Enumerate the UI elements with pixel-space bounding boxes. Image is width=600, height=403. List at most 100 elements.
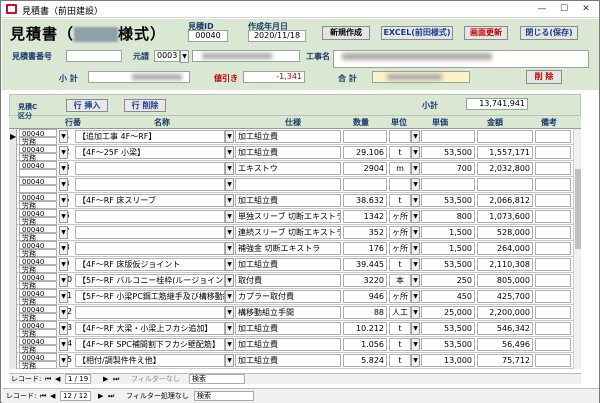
- item-name-field[interactable]: 【4F～25F 小梁】: [75, 146, 225, 159]
- name-chevron-down-icon[interactable]: ▼: [225, 130, 234, 143]
- kubun-name-field[interactable]: 労務: [19, 297, 57, 306]
- item-name-field[interactable]: 【4F～RF SPC補間割下フカシ壁配筋】: [75, 338, 225, 351]
- unit-chevron-down-icon[interactable]: ▼: [411, 226, 420, 239]
- note-field[interactable]: [535, 178, 571, 191]
- unit-field[interactable]: ヶ所: [389, 242, 411, 255]
- note-field[interactable]: [535, 130, 571, 143]
- kubun-chevron-down-icon[interactable]: ▼: [59, 162, 68, 175]
- scroll-thumb[interactable]: [575, 169, 581, 249]
- last-record-icon[interactable]: ⏭: [113, 374, 119, 384]
- name-chevron-down-icon[interactable]: ▼: [225, 242, 234, 255]
- note-field[interactable]: [535, 146, 571, 159]
- name-chevron-down-icon[interactable]: ▼: [225, 306, 234, 319]
- spec-field[interactable]: [235, 178, 341, 191]
- next-record-icon[interactable]: ▶: [103, 374, 108, 384]
- maximize-icon[interactable]: ☐: [553, 2, 575, 16]
- unit-field[interactable]: ヶ所: [389, 290, 411, 303]
- qty-field[interactable]: 38.632: [343, 194, 387, 207]
- unit-chevron-down-icon[interactable]: ▼: [411, 338, 420, 351]
- spec-field[interactable]: 取付費: [235, 274, 341, 287]
- spec-field[interactable]: 構移動組立手間: [235, 306, 341, 319]
- unit-field[interactable]: t: [389, 338, 411, 351]
- kubun-code-field[interactable]: 00040: [19, 321, 57, 330]
- kubun-name-field[interactable]: 労務: [19, 265, 57, 274]
- note-field[interactable]: [535, 354, 571, 367]
- kubun-code-field[interactable]: 00040: [19, 289, 57, 298]
- first-record-icon[interactable]: ⏮: [45, 374, 51, 384]
- created-date-field[interactable]: 2020/11/18: [248, 30, 306, 42]
- note-field[interactable]: [535, 162, 571, 175]
- spec-field[interactable]: 加工組立費: [235, 146, 341, 159]
- price-field[interactable]: 25,000: [421, 306, 475, 319]
- filter-status[interactable]: フィルターなし: [131, 374, 180, 384]
- amount-field[interactable]: 2,066,812: [477, 194, 533, 207]
- item-name-field[interactable]: 【追加工事 4F～RF】: [75, 130, 225, 143]
- status-next-icon[interactable]: ▶: [98, 389, 103, 403]
- kubun-name-field[interactable]: 労務: [19, 329, 57, 338]
- amount-field[interactable]: [477, 178, 533, 191]
- unit-field[interactable]: m: [389, 162, 411, 175]
- spec-field[interactable]: 連続スリーブ 切断エキストラ: [235, 226, 341, 239]
- kubun-code-field[interactable]: 00040: [19, 161, 57, 170]
- kubun-chevron-down-icon[interactable]: ▼: [59, 274, 68, 287]
- qty-field[interactable]: 29.106: [343, 146, 387, 159]
- qty-field[interactable]: 176: [343, 242, 387, 255]
- spec-field[interactable]: 加工組立費: [235, 338, 341, 351]
- qty-field[interactable]: 2904: [343, 162, 387, 175]
- qty-field[interactable]: 88: [343, 306, 387, 319]
- amount-field[interactable]: 425,700: [477, 290, 533, 303]
- new-button[interactable]: 新規作成: [322, 26, 370, 40]
- kubun-chevron-down-icon[interactable]: ▼: [59, 242, 68, 255]
- unit-field[interactable]: t: [389, 146, 411, 159]
- unit-chevron-down-icon[interactable]: ▼: [411, 130, 420, 143]
- excel-button[interactable]: EXCEL(前田様式): [381, 26, 453, 40]
- qty-field[interactable]: 10.212: [343, 322, 387, 335]
- amount-field[interactable]: 546,342: [477, 322, 533, 335]
- qty-field[interactable]: 5.824: [343, 354, 387, 367]
- unit-chevron-down-icon[interactable]: ▼: [411, 146, 420, 159]
- minimize-icon[interactable]: —: [531, 2, 553, 16]
- kubun-chevron-down-icon[interactable]: ▼: [59, 258, 68, 271]
- kubun-chevron-down-icon[interactable]: ▼: [59, 146, 68, 159]
- close-icon[interactable]: ✕: [575, 2, 597, 16]
- unit-chevron-down-icon[interactable]: ▼: [411, 242, 420, 255]
- price-field[interactable]: 1,500: [421, 226, 475, 239]
- delete-button[interactable]: 削 除: [526, 70, 562, 84]
- close-save-button[interactable]: 閉じる(保存): [520, 26, 578, 40]
- qty-field[interactable]: 39.445: [343, 258, 387, 271]
- prev-record-icon[interactable]: ◀: [55, 374, 60, 384]
- spec-field[interactable]: 加工組立費: [235, 130, 341, 143]
- record-selector[interactable]: [9, 129, 17, 369]
- unit-chevron-down-icon[interactable]: ▼: [411, 162, 420, 175]
- unit-chevron-down-icon[interactable]: ▼: [411, 210, 420, 223]
- note-field[interactable]: [535, 194, 571, 207]
- unit-chevron-down-icon[interactable]: ▼: [411, 322, 420, 335]
- price-field[interactable]: 53,500: [421, 258, 475, 271]
- kubun-chevron-down-icon[interactable]: ▼: [59, 178, 68, 191]
- name-chevron-down-icon[interactable]: ▼: [225, 146, 234, 159]
- kubun-name-field[interactable]: 労務: [19, 233, 57, 242]
- kubun-chevron-down-icon[interactable]: ▼: [59, 290, 68, 303]
- kubun-code-field[interactable]: 00040: [19, 257, 57, 266]
- price-field[interactable]: 53,500: [421, 338, 475, 351]
- spec-field[interactable]: 補強金 切断エキストラ: [235, 242, 341, 255]
- kubun-code-field[interactable]: 00040: [19, 273, 57, 282]
- unit-chevron-down-icon[interactable]: ▼: [411, 274, 420, 287]
- price-field[interactable]: 800: [421, 210, 475, 223]
- status-filter[interactable]: フィルター処理なし: [126, 389, 189, 403]
- spec-field[interactable]: 加工組立費: [235, 322, 341, 335]
- unit-field[interactable]: t: [389, 258, 411, 271]
- amount-field[interactable]: 264,000: [477, 242, 533, 255]
- item-name-field[interactable]: 【5F～RF 小梁PC鋼工筋継手及び構移動組: [75, 290, 225, 303]
- item-name-field[interactable]: 【4F～RF 床スリーブ: [75, 194, 225, 207]
- unit-chevron-down-icon[interactable]: ▼: [411, 354, 420, 367]
- amount-field[interactable]: 1,557,171: [477, 146, 533, 159]
- kubun-code-field[interactable]: 00040: [19, 225, 57, 234]
- spec-field[interactable]: 加工組立費: [235, 258, 341, 271]
- status-first-icon[interactable]: ⏮: [40, 389, 46, 403]
- kubun-name-field[interactable]: 労務: [19, 313, 57, 322]
- note-field[interactable]: [535, 322, 571, 335]
- qty-field[interactable]: 1.056: [343, 338, 387, 351]
- amount-field[interactable]: 2,110,308: [477, 258, 533, 271]
- kubun-name-field[interactable]: 労務: [19, 153, 57, 162]
